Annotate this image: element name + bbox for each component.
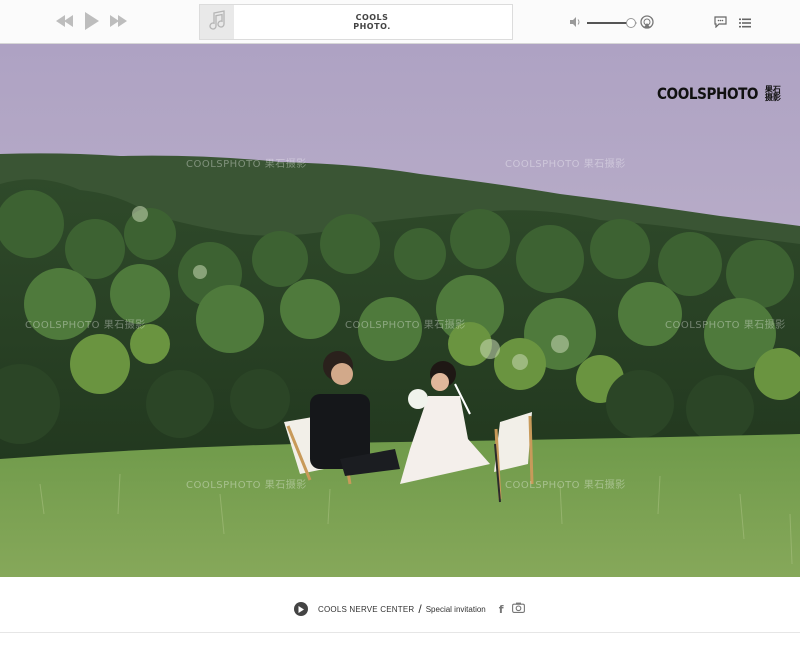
- brand-chinese-line-2: 摄影: [764, 92, 781, 102]
- watermark: COOLSPHOTO 果石摄影: [25, 320, 146, 331]
- airplay-icon[interactable]: [640, 15, 654, 34]
- volume-slider[interactable]: [587, 18, 637, 28]
- player-bar: COOLS PHOTO.: [0, 0, 800, 44]
- facebook-icon[interactable]: f: [499, 603, 504, 616]
- page: COOLS PHOTO. COOLSPHOTO 果石 摄影 COOLSPHOTO…: [0, 0, 800, 666]
- watermark: COOLSPHOTO 果石摄影: [505, 159, 626, 170]
- album-art: [200, 5, 234, 39]
- watermark: COOLSPHOTO 果石摄影: [186, 480, 307, 491]
- volume-handle[interactable]: [626, 18, 636, 28]
- watermark: COOLSPHOTO 果石摄影: [665, 320, 786, 331]
- speaker-icon[interactable]: [570, 14, 581, 32]
- brand-chinese: 果石 摄影: [764, 85, 781, 102]
- logo-line-1: COOLS: [355, 13, 389, 22]
- camera-icon[interactable]: [511, 600, 525, 618]
- top-right-actions: [714, 15, 751, 33]
- watermark: COOLSPHOTO 果石摄影: [505, 480, 626, 491]
- watermark: COOLSPHOTO 果石摄影: [186, 159, 307, 170]
- brand-name: COOLSPHOTO: [657, 84, 759, 103]
- logo-line-2: PHOTO.: [353, 22, 391, 31]
- watermark: COOLSPHOTO 果石摄影: [345, 320, 466, 331]
- transport-controls: [56, 12, 128, 30]
- play-icon[interactable]: [84, 12, 100, 30]
- footer-content: COOLS NERVE CENTER / Special invitation …: [294, 600, 525, 618]
- now-playing-panel[interactable]: COOLS PHOTO.: [199, 4, 513, 40]
- rewind-icon[interactable]: [56, 15, 74, 27]
- comment-icon[interactable]: [714, 15, 727, 33]
- footer-play-icon[interactable]: [294, 602, 308, 616]
- volume-control: [570, 14, 637, 32]
- hero-photo: COOLSPHOTO 果石 摄影 COOLSPHOTO 果石摄影 COOLSPH…: [0, 44, 800, 577]
- special-invitation-link[interactable]: Special invitation: [426, 605, 486, 614]
- music-note-icon: [208, 9, 226, 35]
- brand-logo: COOLSPHOTO 果石 摄影: [657, 84, 781, 103]
- volume-fill: [587, 22, 631, 24]
- photo-illustration: [0, 44, 800, 577]
- now-playing-logo: COOLS PHOTO.: [342, 13, 402, 31]
- playlist-icon[interactable]: [739, 15, 751, 33]
- social-links: f: [499, 600, 525, 618]
- footer-separator: /: [418, 602, 422, 616]
- fast-forward-icon[interactable]: [110, 15, 128, 27]
- nerve-center-link[interactable]: COOLS NERVE CENTER: [318, 605, 414, 614]
- footer-bar: COOLS NERVE CENTER / Special invitation …: [0, 577, 800, 633]
